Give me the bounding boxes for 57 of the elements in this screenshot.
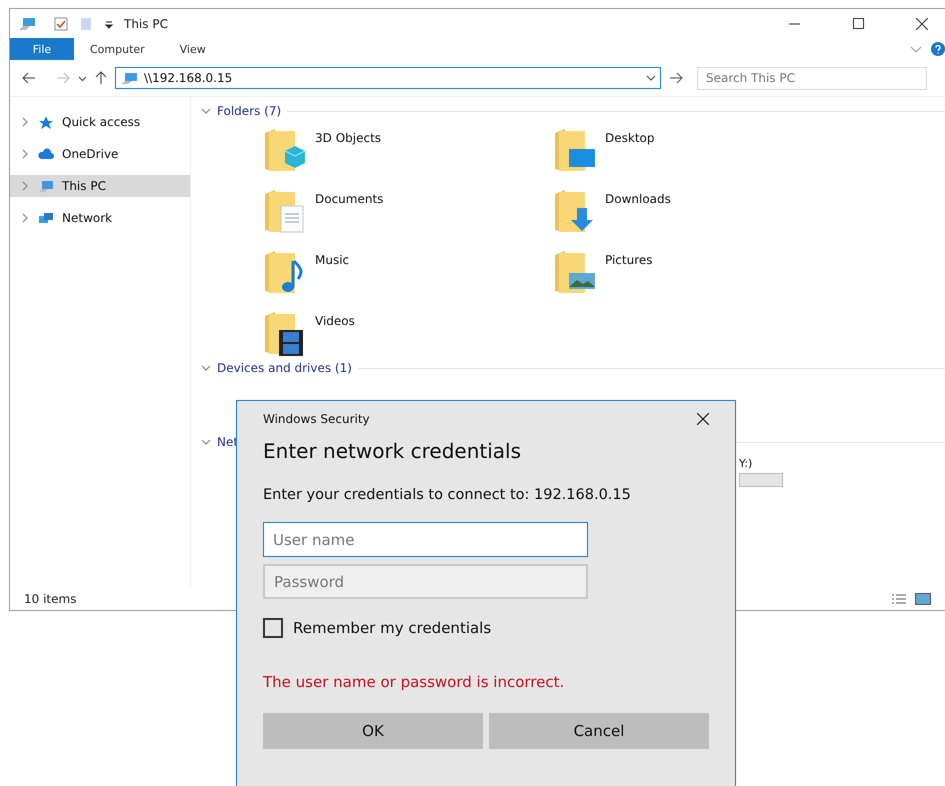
- section-heading[interactable]: Net: [217, 435, 238, 449]
- up-arrow-icon[interactable]: [95, 71, 107, 85]
- close-icon[interactable]: [697, 413, 709, 425]
- folder-name[interactable]: Videos: [315, 310, 355, 328]
- help-icon[interactable]: [931, 42, 945, 56]
- section-heading[interactable]: Devices and drives (1): [217, 361, 352, 375]
- folder-name[interactable]: Music: [315, 249, 350, 267]
- checkmark-icon[interactable]: [54, 16, 68, 30]
- network-icon: [38, 210, 54, 226]
- cancel-button[interactable]: Cancel: [489, 713, 709, 749]
- ribbon-tab[interactable]: File: [10, 38, 74, 60]
- folder-name[interactable]: Documents: [315, 188, 384, 206]
- ribbon-tab[interactable]: View: [160, 38, 225, 60]
- chevron-down-icon[interactable]: [646, 73, 656, 83]
- error-message: The user name or password is incorrect.: [263, 673, 566, 691]
- minimize-icon[interactable]: [788, 22, 800, 24]
- dropdown-icon[interactable]: [104, 18, 114, 28]
- chevron-right-icon[interactable]: [20, 213, 30, 223]
- folder-name[interactable]: 3D Objects: [315, 127, 382, 145]
- ok-button[interactable]: OK: [263, 713, 483, 749]
- window-title: This PC: [124, 16, 168, 30]
- dialog-message: Enter your credentials to connect to: 192.168.0.15: [263, 487, 632, 503]
- search-field[interactable]: Search This PC: [697, 66, 927, 90]
- computer-icon: [120, 72, 138, 84]
- back-arrow-icon[interactable]: [22, 72, 36, 84]
- checkbox-label[interactable]: Remember my credentials: [293, 619, 492, 637]
- drive-usage-bar: [739, 473, 783, 487]
- large-icons-view-icon[interactable]: [915, 593, 931, 605]
- cloud-icon: [38, 146, 54, 162]
- close-icon[interactable]: [916, 18, 928, 30]
- computer-icon[interactable]: [18, 16, 36, 30]
- star-icon: [38, 114, 54, 130]
- sidebar-item[interactable]: OneDrive: [10, 143, 190, 165]
- section-heading[interactable]: Folders (7): [217, 104, 282, 118]
- go-arrow-icon[interactable]: [669, 72, 683, 84]
- details-view-icon[interactable]: [891, 593, 907, 605]
- computer-icon: [38, 178, 54, 194]
- chevron-down-icon[interactable]: [78, 74, 87, 82]
- drive-label[interactable]: Y:): [739, 457, 783, 470]
- sidebar-item[interactable]: Quick access: [10, 111, 190, 133]
- maximize-icon[interactable]: [852, 18, 864, 29]
- dialog-title: Windows Security: [263, 412, 370, 426]
- sidebar-item[interactable]: This PC: [10, 175, 190, 197]
- username-field[interactable]: User name: [263, 522, 588, 557]
- dialog-heading: Enter network credentials: [263, 439, 522, 463]
- password-field[interactable]: Password: [263, 564, 588, 599]
- item-count: 10 items: [24, 592, 76, 606]
- folder-name[interactable]: Downloads: [605, 188, 671, 206]
- checkbox[interactable]: [263, 618, 283, 638]
- address-bar[interactable]: \\192.168.0.15: [115, 67, 661, 89]
- chevron-right-icon[interactable]: [20, 149, 30, 159]
- chevron-right-icon[interactable]: [20, 181, 30, 191]
- chevron-right-icon[interactable]: [20, 117, 30, 127]
- ribbon-tab[interactable]: Computer: [74, 38, 161, 60]
- folder-name[interactable]: Desktop: [605, 127, 654, 145]
- folder-name[interactable]: Pictures: [605, 249, 653, 267]
- sidebar-item[interactable]: Network: [10, 207, 190, 229]
